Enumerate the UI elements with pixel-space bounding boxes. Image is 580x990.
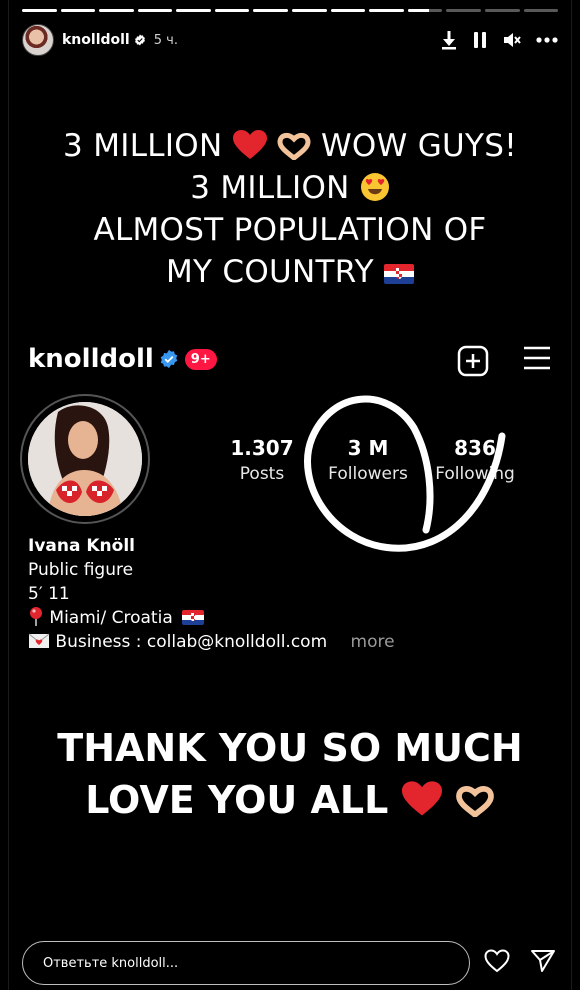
profile-photo (28, 402, 142, 516)
headline-line-3: ALMOST POPULATION OF (93, 212, 487, 248)
hand-drawn-circle-scribble (304, 395, 506, 552)
headline-line-1: 3 MILLION WOW GUYS! (0, 125, 580, 167)
progress-fill (22, 9, 57, 12)
story-time: 5 ч. (153, 32, 178, 48)
pin-icon (30, 607, 42, 626)
profile-photo-art (28, 402, 142, 516)
progress-segment (137, 9, 173, 12)
progress-segment (176, 9, 211, 12)
progress-fill (60, 9, 96, 12)
thanks-line-2: LOVE YOU ALL (0, 774, 580, 826)
thanks-text-2: LOVE YOU ALL (85, 778, 389, 822)
progress-fill (253, 9, 289, 12)
verified-icon (160, 349, 178, 369)
more-link[interactable]: more (351, 632, 395, 652)
menu-icon[interactable] (523, 345, 551, 371)
thanks-text: THANK YOU SO MUCH LOVE YOU ALL (0, 722, 580, 826)
avatar[interactable] (22, 24, 54, 56)
headline-line-2: 3 MILLION (0, 167, 580, 209)
profile-category: Public figure (28, 560, 134, 580)
progress-segment (214, 9, 250, 12)
mute-icon[interactable] (502, 31, 522, 49)
heart-hands-icon (455, 786, 494, 817)
progress-fill (99, 9, 134, 12)
profile-full-name: Ivana Knöll (28, 536, 135, 556)
profile-handle: knolldoll (28, 344, 154, 374)
reply-placeholder: Ответьте knolldoll... (43, 955, 179, 971)
verified-icon (134, 34, 145, 46)
story-username[interactable]: knolldoll (62, 32, 130, 48)
notification-badge: 9+ (184, 348, 217, 370)
progress-segment (484, 9, 520, 12)
story-progress-bar (22, 9, 559, 12)
profile-handle-row: knolldoll 9+ (28, 344, 217, 374)
progress-segment (253, 9, 289, 12)
posts-label: Posts (239, 464, 285, 484)
profile-business-row: Business : collab@knolldoll.com more (28, 630, 395, 654)
love-letter-icon (28, 633, 50, 648)
heart-icon[interactable] (484, 949, 510, 973)
profile-height: 5′ 11 (28, 584, 70, 604)
story-headline: 3 MILLION WOW GUYS! 3 MILLION ALMOST POP… (0, 125, 580, 293)
profile-location: Miami/ Croatia (49, 608, 173, 628)
progress-segment (407, 9, 443, 12)
croatia-flag-icon (384, 264, 415, 284)
heart-hands-icon (277, 132, 311, 160)
croatia-flag-icon (182, 610, 205, 625)
progress-segment (446, 9, 481, 12)
progress-segment (22, 9, 57, 12)
progress-fill (214, 9, 250, 12)
pause-icon[interactable] (472, 31, 488, 49)
red-heart-icon (232, 130, 267, 159)
headline-text-1b: WOW GUYS! (320, 128, 517, 164)
red-heart-icon (401, 781, 442, 816)
more-icon[interactable] (536, 37, 558, 43)
progress-fill (176, 9, 211, 12)
profile-bio: Ivana Knöll Public figure 5′ 11 Miami/ C… (28, 534, 395, 654)
send-icon[interactable] (530, 949, 556, 973)
headline-text-1: 3 MILLION (63, 128, 223, 164)
add-post-icon[interactable] (457, 345, 489, 377)
reply-actions (484, 949, 556, 973)
progress-segment (60, 9, 96, 12)
progress-segment (330, 9, 366, 12)
progress-segment (99, 9, 134, 12)
posts-count: 1.307 (230, 436, 294, 460)
progress-segment (369, 9, 404, 12)
profile-business[interactable]: Business : collab@knolldoll.com (55, 632, 327, 652)
headline-text-2: 3 MILLION (190, 170, 350, 206)
heart-eyes-icon (360, 173, 389, 201)
progress-fill (407, 9, 429, 12)
thanks-line-1: THANK YOU SO MUCH (57, 726, 523, 770)
progress-fill (292, 9, 327, 12)
story-header: knolldoll 5 ч. (22, 24, 558, 56)
progress-fill (369, 9, 404, 12)
download-icon[interactable] (440, 30, 458, 50)
profile-location-row: Miami/ Croatia (28, 606, 395, 630)
progress-fill (137, 9, 173, 12)
story-controls (440, 30, 558, 50)
progress-segment (292, 9, 327, 12)
profile-picture[interactable] (20, 394, 150, 524)
posts-stat[interactable]: 1.307 Posts (229, 436, 295, 484)
headline-line-4: MY COUNTRY (0, 251, 580, 293)
progress-segment (523, 9, 559, 12)
profile-actions (457, 345, 551, 377)
reply-input[interactable]: Ответьте knolldoll... (22, 941, 470, 985)
headline-text-4: MY COUNTRY (165, 254, 374, 290)
progress-fill (330, 9, 366, 12)
